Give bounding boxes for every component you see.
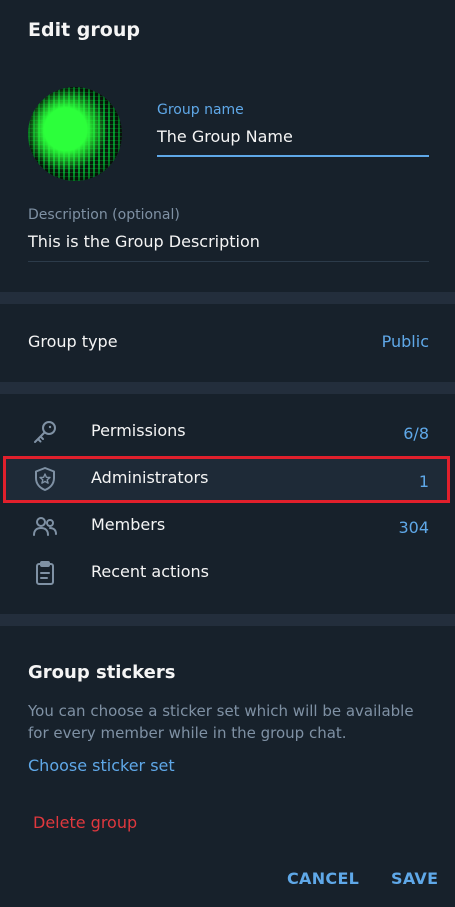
shield-star-icon [31,465,59,493]
description-label: Description (optional) [28,207,180,223]
key-icon [31,418,59,446]
cancel-button[interactable]: CANCEL [287,869,359,888]
group-stickers-description: You can choose a sticker set which will … [28,702,414,742]
clipboard-icon [31,559,59,587]
administrators-label: Administrators [91,468,209,487]
permissions-label: Permissions [91,421,186,440]
recent-actions-label: Recent actions [91,562,209,581]
section-divider [0,614,455,626]
group-name-underline [157,155,429,157]
group-name-label: Group name [157,102,244,118]
group-type-label: Group type [28,332,118,351]
save-button[interactable]: SAVE [391,869,438,888]
section-divider [0,292,455,304]
description-input[interactable]: This is the Group Description [28,232,260,251]
description-underline [28,261,429,262]
group-type-value: Public [381,332,429,351]
group-name-input[interactable]: The Group Name [157,127,293,146]
members-label: Members [91,515,166,534]
delete-group-button[interactable]: Delete group [33,813,137,832]
group-stickers-title: Group stickers [28,662,176,683]
choose-sticker-set-link[interactable]: Choose sticker set [28,756,175,775]
members-value: 304 [398,518,429,537]
dialog-title: Edit group [28,19,140,41]
section-divider [0,382,455,394]
administrators-highlight [3,456,450,503]
permissions-value: 6/8 [403,424,429,443]
group-avatar[interactable] [28,87,122,181]
users-icon [31,513,59,541]
administrators-value: 1 [418,472,429,491]
